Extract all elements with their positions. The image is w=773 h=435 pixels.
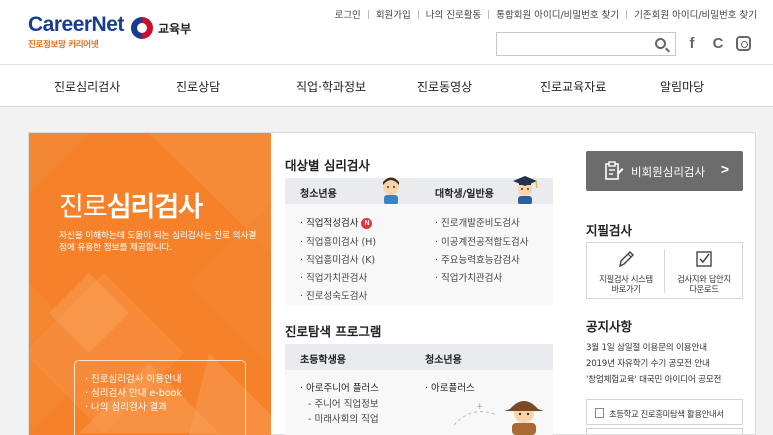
- new-badge: N: [361, 218, 373, 229]
- site-header: CareerNet 진로정보망 커리어넷 교육부 로그인 회원가입 나의 진로활…: [0, 0, 773, 64]
- paper-test-box: 지필검사 시스템 바로가기 검사지와 답안지 다운로드: [586, 242, 743, 299]
- integrated-account-recovery-link[interactable]: 통합회원 아이디/비밀번호 찾기: [496, 7, 619, 21]
- next-item-edge: [586, 428, 743, 435]
- aptitude-test-link[interactable]: · 직업적성검사 N: [300, 215, 373, 229]
- document-icon: [595, 408, 604, 418]
- hero-links-box: · 진로심리검사 이용안내 · 심리검사 안내 e-book · 나의 심리검사…: [74, 360, 246, 435]
- checkbox-icon: [696, 251, 712, 267]
- notice-title: 공지사항: [586, 319, 633, 334]
- nav-education-materials[interactable]: 진로교육자료: [540, 78, 606, 95]
- target-tests-title: 대상별 심리검사: [285, 158, 370, 173]
- boy-character-icon: [383, 177, 399, 205]
- login-link[interactable]: 로그인: [335, 7, 361, 21]
- paper-test-title: 지필검사: [586, 223, 633, 238]
- test-guide-link[interactable]: · 진로심리검사 이용안내: [85, 373, 245, 387]
- paper-test-system-label: 지필검사 시스템 바로가기: [599, 274, 653, 294]
- nav-counseling[interactable]: 진로상담: [176, 78, 220, 95]
- my-results-link[interactable]: · 나의 심리검사 결과: [85, 401, 245, 415]
- divider: [417, 9, 419, 19]
- hero-title: 진로심리검사: [59, 192, 203, 223]
- stem-major-fit-link[interactable]: · 이공계전공적합도검사: [435, 234, 528, 248]
- maturity-test-link[interactable]: · 진로성숙도검사: [300, 288, 367, 302]
- divider: [488, 9, 490, 19]
- utility-links: 로그인 회원가입 나의 진로활동 통합회원 아이디/비밀번호 찾기 기존회원 아…: [335, 7, 757, 21]
- divider: [626, 9, 628, 19]
- interest-test-k-link[interactable]: · 직업흥미검사 (K): [300, 252, 375, 266]
- hero-description: 자신을 이해하는데 도움이 되는 심리검사는 진로 의사결정에 유용한 정보를 …: [59, 231, 257, 253]
- signup-link[interactable]: 회원가입: [376, 7, 411, 21]
- chevron-right-icon: >: [720, 161, 729, 177]
- ebook-link[interactable]: · 심리검사 안내 e-book: [85, 387, 245, 401]
- aro-plus-link[interactable]: · 아로플러스: [425, 380, 475, 394]
- nonmember-test-label: 비회원심리검사: [631, 165, 706, 179]
- svg-text:+: +: [476, 402, 484, 412]
- youth-label: 청소년용: [300, 189, 337, 200]
- elementary-guide-label: 초등학교 진로흥미탐색 활용안내서: [609, 409, 724, 419]
- paper-test-system-link[interactable]: 지필검사 시스템 바로가기: [587, 243, 665, 298]
- search-icon[interactable]: [655, 38, 666, 49]
- nav-career-videos[interactable]: 진로동영상: [417, 78, 472, 95]
- graduate-character-icon: [513, 176, 538, 205]
- explore-youth-label: 청소년용: [425, 355, 462, 366]
- nav-job-major-info[interactable]: 직업·학과정보: [296, 78, 366, 95]
- junior-job-info-link[interactable]: - 주니어 직업정보: [308, 396, 379, 410]
- careernet-logo[interactable]: CareerNet 진로정보망 커리어넷: [28, 13, 124, 52]
- divider: [367, 9, 369, 19]
- adult-label: 대학생/일반용: [435, 189, 494, 200]
- taeguk-emblem-icon: [131, 17, 153, 39]
- interest-test-h-link[interactable]: · 직업흥미검사 (H): [300, 234, 376, 248]
- aro-junior-plus-link[interactable]: · 아로주니어 플러스: [300, 380, 379, 394]
- readiness-test-link[interactable]: · 진로개발준비도검사: [435, 215, 520, 229]
- instagram-icon[interactable]: [733, 32, 753, 54]
- answer-sheet-download-label: 검사지와 답안지 다운로드: [677, 274, 731, 294]
- pencil-icon: [619, 251, 634, 268]
- elementary-label: 초등학생용: [300, 355, 346, 366]
- search-box: [496, 32, 676, 56]
- elementary-guide-button[interactable]: 초등학교 진로흥미탐색 활용안내서: [586, 399, 743, 425]
- nav-notices[interactable]: 알림마당: [660, 78, 704, 95]
- efficacy-test-link[interactable]: · 주요능력효능감검사: [435, 252, 520, 266]
- notice-item[interactable]: 2019년 자유학기 수기 공모전 안내: [586, 357, 710, 369]
- ministry-logo[interactable]: 교육부: [131, 17, 191, 39]
- notice-item[interactable]: 3월 1일 삼일절 이용문의 이용안내: [586, 341, 707, 353]
- main-nav: 진로심리검사 진로상담 직업·학과정보 진로동영상 진로교육자료 알림마당: [0, 64, 773, 107]
- logo-wordmark: CareerNet: [28, 13, 124, 36]
- cs-icon[interactable]: C: [708, 32, 728, 54]
- search-input[interactable]: [497, 33, 647, 55]
- logo-subtitle: 진로정보망 커리어넷: [28, 40, 99, 50]
- youth-values-test-link[interactable]: · 직업가치관검사: [300, 270, 367, 284]
- explore-program-title: 진로탐색 프로그램: [285, 324, 382, 339]
- nonmember-test-button[interactable]: 비회원심리검사 >: [586, 151, 743, 191]
- nav-career-tests[interactable]: 진로심리검사: [54, 78, 120, 95]
- career-test-hero: 진로심리검사 자신을 이해하는데 도움이 되는 심리검사는 진로 의사결정에 유…: [29, 133, 271, 435]
- future-jobs-link[interactable]: - 미래사회의 직업: [308, 411, 379, 425]
- instagram-glyph: [735, 35, 751, 51]
- notice-item[interactable]: '창업체험교육' 대국민 아이디어 공모전: [586, 373, 721, 385]
- legacy-account-recovery-link[interactable]: 기존회원 아이디/비밀번호 찾기: [634, 7, 757, 21]
- adult-values-test-link[interactable]: · 직업가치관검사: [435, 270, 502, 284]
- my-career-activity-link[interactable]: 나의 진로활동: [426, 7, 481, 21]
- facebook-icon[interactable]: f: [682, 32, 702, 54]
- clipboard-icon: [605, 161, 624, 180]
- answer-sheet-download-link[interactable]: 검사지와 답안지 다운로드: [665, 243, 743, 298]
- ministry-name: 교육부: [158, 21, 192, 36]
- explorer-character-icon: +: [453, 401, 544, 435]
